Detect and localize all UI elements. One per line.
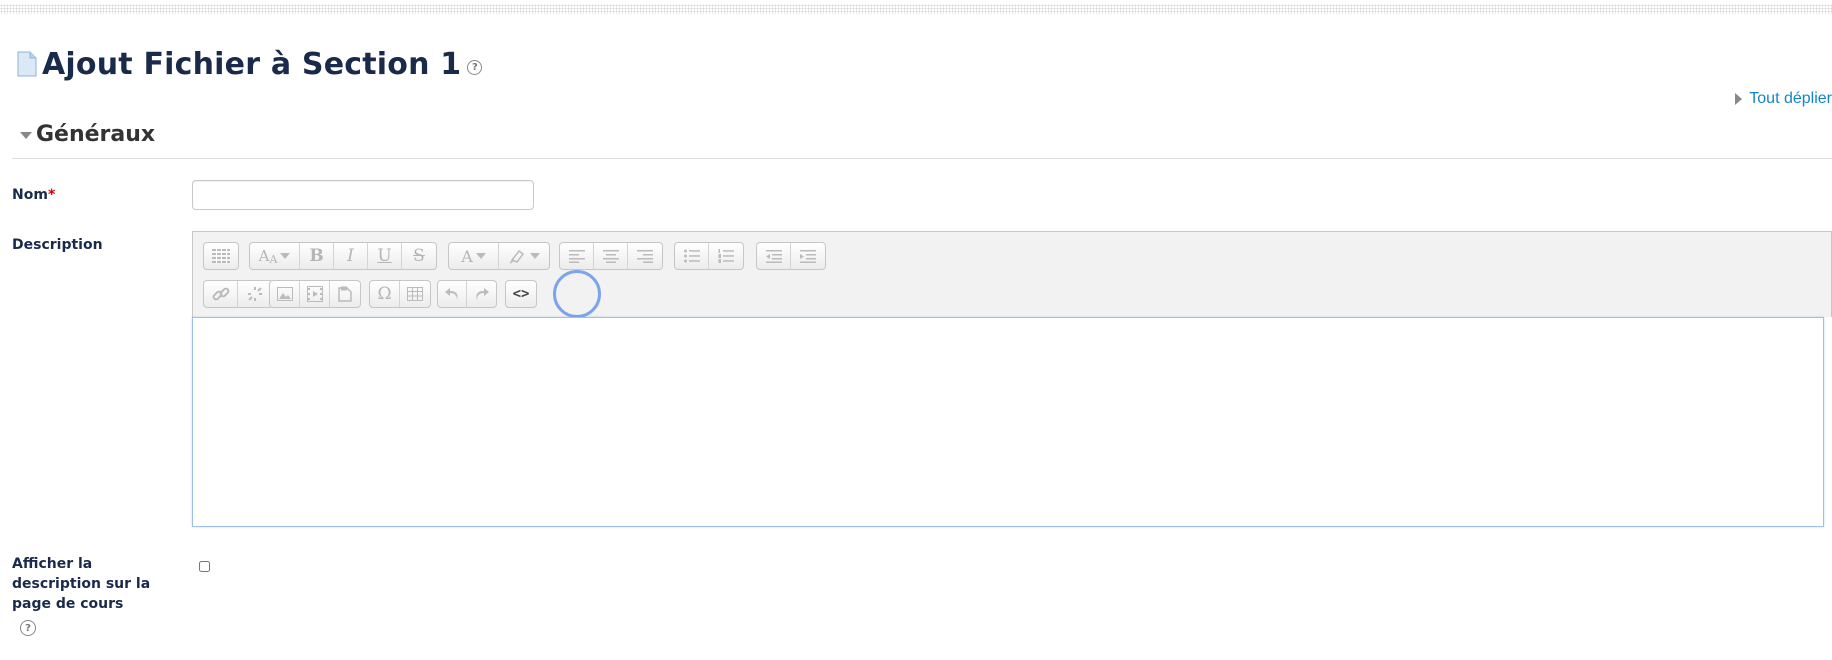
expand-all-label[interactable]: Tout déplier bbox=[1749, 90, 1832, 108]
toolbar-group-more bbox=[203, 242, 239, 270]
redo-icon[interactable] bbox=[467, 281, 496, 307]
image-icon[interactable] bbox=[270, 281, 300, 307]
background-color-icon[interactable] bbox=[499, 243, 549, 269]
expand-all-link[interactable]: Tout déplier bbox=[1735, 90, 1832, 108]
unlink-icon[interactable] bbox=[238, 281, 272, 307]
name-label: Nom* bbox=[12, 187, 55, 203]
toolbar-group-lists bbox=[674, 242, 744, 270]
section-divider bbox=[12, 158, 1832, 159]
page-title: Ajout Fichier à Section 1 bbox=[42, 46, 462, 82]
help-icon[interactable]: ? bbox=[20, 620, 36, 636]
description-label: Description bbox=[12, 237, 103, 253]
align-center-icon[interactable] bbox=[594, 243, 628, 269]
toolbar-group-media bbox=[269, 280, 361, 308]
media-icon[interactable] bbox=[300, 281, 330, 307]
special-char-icon[interactable]: Ω bbox=[370, 281, 400, 307]
bold-icon[interactable]: B bbox=[300, 243, 334, 269]
collapse-triangle-icon[interactable] bbox=[20, 132, 32, 139]
name-label-text: Nom bbox=[12, 187, 48, 203]
section-title[interactable]: Généraux bbox=[36, 122, 155, 147]
bullet-list-icon[interactable] bbox=[675, 243, 709, 269]
indent-icon[interactable] bbox=[791, 243, 825, 269]
outdent-icon[interactable] bbox=[757, 243, 791, 269]
text-color-icon[interactable]: A bbox=[449, 243, 499, 269]
link-icon[interactable] bbox=[204, 281, 238, 307]
show-description-label: Afficher la description sur la page de c… bbox=[12, 556, 151, 612]
manage-files-icon[interactable] bbox=[330, 281, 360, 307]
toolbar-group-links bbox=[203, 280, 273, 308]
page-header: Ajout Fichier à Section 1 ? bbox=[16, 44, 483, 84]
italic-icon[interactable]: I bbox=[334, 243, 368, 269]
top-border-strip bbox=[0, 4, 1832, 14]
toolbar-group-color: A bbox=[448, 242, 550, 270]
align-left-icon[interactable] bbox=[560, 243, 594, 269]
toolbar-group-align bbox=[559, 242, 663, 270]
expand-triangle-icon bbox=[1735, 93, 1743, 105]
file-resource-icon bbox=[16, 51, 38, 77]
undo-icon[interactable] bbox=[438, 281, 467, 307]
name-input[interactable] bbox=[192, 180, 534, 210]
table-icon[interactable] bbox=[400, 281, 430, 307]
toolbar-group-insert: Ω bbox=[369, 280, 431, 308]
toolbar-group-history bbox=[437, 280, 497, 308]
html-source-icon[interactable]: <> bbox=[506, 281, 536, 307]
toolbar-group-indent bbox=[756, 242, 826, 270]
help-icon[interactable]: ? bbox=[467, 59, 483, 75]
show-more-icon[interactable] bbox=[204, 243, 238, 269]
section-header-generaux[interactable]: Généraux bbox=[20, 122, 155, 147]
toolbar-group-html: <> bbox=[505, 280, 537, 308]
numbered-list-icon[interactable] bbox=[709, 243, 743, 269]
strikethrough-icon[interactable]: S bbox=[402, 243, 436, 269]
toolbar-group-style: AA B I U S bbox=[249, 242, 437, 270]
font-style-icon[interactable]: AA bbox=[250, 243, 300, 269]
editor-toolbar: AA B I U S A Ω <> bbox=[192, 231, 1832, 317]
highlight-circle bbox=[553, 270, 601, 318]
required-marker: * bbox=[47, 187, 56, 203]
show-description-checkbox[interactable] bbox=[199, 561, 210, 572]
align-right-icon[interactable] bbox=[628, 243, 662, 269]
description-editor[interactable] bbox=[192, 317, 1824, 527]
underline-icon[interactable]: U bbox=[368, 243, 402, 269]
